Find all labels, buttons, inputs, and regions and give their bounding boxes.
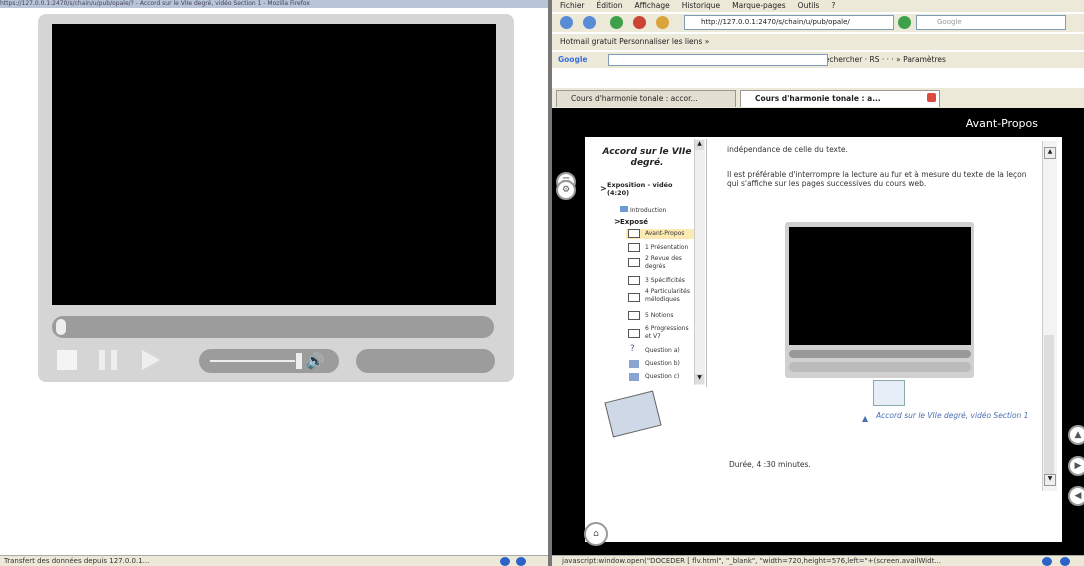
- triangle-icon: ▲: [862, 414, 869, 423]
- status-globe-icon: [500, 557, 510, 566]
- toc-item-avant-propos[interactable]: Avant-Propos: [645, 230, 693, 238]
- toc-section[interactable]: Exposition - vidéo (4:20): [607, 181, 695, 197]
- scroll-up-icon[interactable]: ▲: [1044, 147, 1056, 159]
- menu-edition[interactable]: Édition: [597, 0, 623, 12]
- page-icon: [628, 229, 640, 238]
- video-thumbnail-screen[interactable]: [789, 227, 971, 345]
- pause-button[interactable]: [99, 350, 119, 370]
- search-input[interactable]: Google: [916, 15, 1066, 30]
- prev-nav-icon[interactable]: ◀: [1068, 486, 1084, 506]
- toc-item-2[interactable]: 2 Revue des degrés: [645, 255, 693, 271]
- tab-cours-1[interactable]: Cours d'harmonie tonale : accor...: [556, 90, 736, 107]
- toc-item-question-c[interactable]: Question c): [645, 373, 693, 381]
- toc-item-4[interactable]: 4 Particularités mélodiques: [645, 288, 693, 304]
- toc-item-5[interactable]: 5 Notions: [645, 312, 693, 320]
- seek-handle[interactable]: [56, 319, 66, 335]
- content-scroll-thumb[interactable]: [1044, 335, 1054, 485]
- google-search-input[interactable]: [608, 54, 828, 66]
- toc-item-3[interactable]: 3 Spécificités: [645, 277, 693, 285]
- forward-icon[interactable]: [583, 16, 596, 29]
- toc-expose[interactable]: Exposé: [620, 218, 648, 226]
- people-icon: [629, 373, 639, 381]
- toc-item-question-a[interactable]: Question a): [645, 347, 693, 355]
- page-title: Avant-Propos: [965, 117, 1038, 130]
- video-screen[interactable]: [52, 24, 496, 305]
- back-icon[interactable]: [560, 16, 573, 29]
- pause-icon: [99, 350, 105, 370]
- volume-handle[interactable]: [296, 353, 302, 369]
- next-nav-icon[interactable]: ▶: [1068, 456, 1084, 476]
- menu-bar: Fichier Édition Affichage Historique Mar…: [552, 0, 1084, 12]
- close-tab-icon[interactable]: [927, 93, 936, 102]
- page-icon: [628, 311, 640, 320]
- status-bar: javascript:window.open("DOCEDER [ flv.ht…: [552, 555, 1084, 566]
- reload-icon[interactable]: [610, 16, 623, 29]
- toc-item-6[interactable]: 6 Progressions et V7: [645, 325, 693, 341]
- toc-divider: [706, 139, 707, 387]
- toc-scrollbar[interactable]: [694, 139, 705, 385]
- page-icon: [628, 243, 640, 252]
- toc-introduction[interactable]: Introduction: [620, 206, 666, 215]
- scroll-down-icon[interactable]: ▼: [1044, 474, 1056, 486]
- content-text-top: indépendance de celle du texte.: [727, 145, 848, 154]
- up-nav-icon[interactable]: ▲: [1068, 425, 1084, 445]
- scroll-up-icon[interactable]: ▲: [695, 140, 704, 150]
- video-duration: Durée, 4 :30 minutes.: [729, 460, 811, 469]
- tab-cours-2[interactable]: Cours d'harmonie tonale : a...: [740, 90, 940, 107]
- menu-fichier[interactable]: Fichier: [560, 0, 585, 12]
- thumbnail-seek-bar: [789, 350, 971, 358]
- page-icon: [628, 293, 640, 302]
- people-icon: [629, 360, 639, 368]
- stop-button[interactable]: [57, 350, 77, 370]
- volume-track[interactable]: [210, 360, 295, 362]
- content-paragraph: Il est préférable d'interrompre la lectu…: [727, 170, 1027, 188]
- menu-affichage[interactable]: Affichage: [634, 0, 669, 12]
- window-title-bar: https://127.0.0.1:2470/s/chain/u/pub/opa…: [0, 0, 548, 8]
- menu-outils[interactable]: Outils: [798, 0, 820, 12]
- status-globe-icon: [1042, 557, 1052, 566]
- status-security-icon: [1060, 557, 1070, 566]
- google-toolbar-items[interactable]: Rechercher · RS · · · » Paramètres: [820, 55, 946, 64]
- google-logo: Google: [558, 55, 588, 64]
- url-field[interactable]: http://127.0.0.1:2470/s/chain/u/pub/opal…: [684, 15, 894, 30]
- go-icon[interactable]: [898, 16, 911, 29]
- toc-item-1[interactable]: 1 Présentation: [645, 244, 693, 252]
- toc-title: Accord sur le VIIe degré.: [602, 147, 692, 168]
- page-icon: [628, 329, 640, 338]
- seek-bar[interactable]: [52, 316, 494, 338]
- stop-icon[interactable]: [633, 16, 646, 29]
- fullscreen-bar[interactable]: [356, 349, 495, 373]
- bookmarks-toolbar[interactable]: Hotmail gratuit Personnaliser les liens …: [552, 34, 1084, 50]
- play-button[interactable]: [142, 350, 160, 370]
- toc-item-question-b[interactable]: Question b): [645, 360, 693, 368]
- menu-marque-pages[interactable]: Marque-pages: [732, 0, 786, 12]
- page-icon: [628, 276, 640, 285]
- status-security-icon: [516, 557, 526, 566]
- menu-historique[interactable]: Historique: [682, 0, 720, 12]
- home-icon[interactable]: [656, 16, 669, 29]
- scroll-down-icon[interactable]: ▼: [695, 374, 704, 384]
- pause-icon: [111, 350, 117, 370]
- page-icon: [628, 258, 640, 267]
- question-icon: ?: [630, 344, 635, 354]
- thumbnail-controls: [789, 362, 971, 372]
- home-nav-icon[interactable]: ⌂: [584, 522, 608, 546]
- chevron-right-icon: >: [600, 184, 607, 193]
- menu-help[interactable]: ?: [831, 0, 835, 12]
- status-bar: Transfert des données depuis 127.0.0.1..…: [0, 555, 548, 566]
- settings-icon[interactable]: ⚙: [556, 180, 576, 200]
- video-link[interactable]: Accord sur le VIIe degré, vidéo Section …: [876, 411, 1040, 420]
- speaker-icon[interactable]: 🔊: [306, 351, 325, 371]
- video-clip-icon[interactable]: [873, 380, 905, 406]
